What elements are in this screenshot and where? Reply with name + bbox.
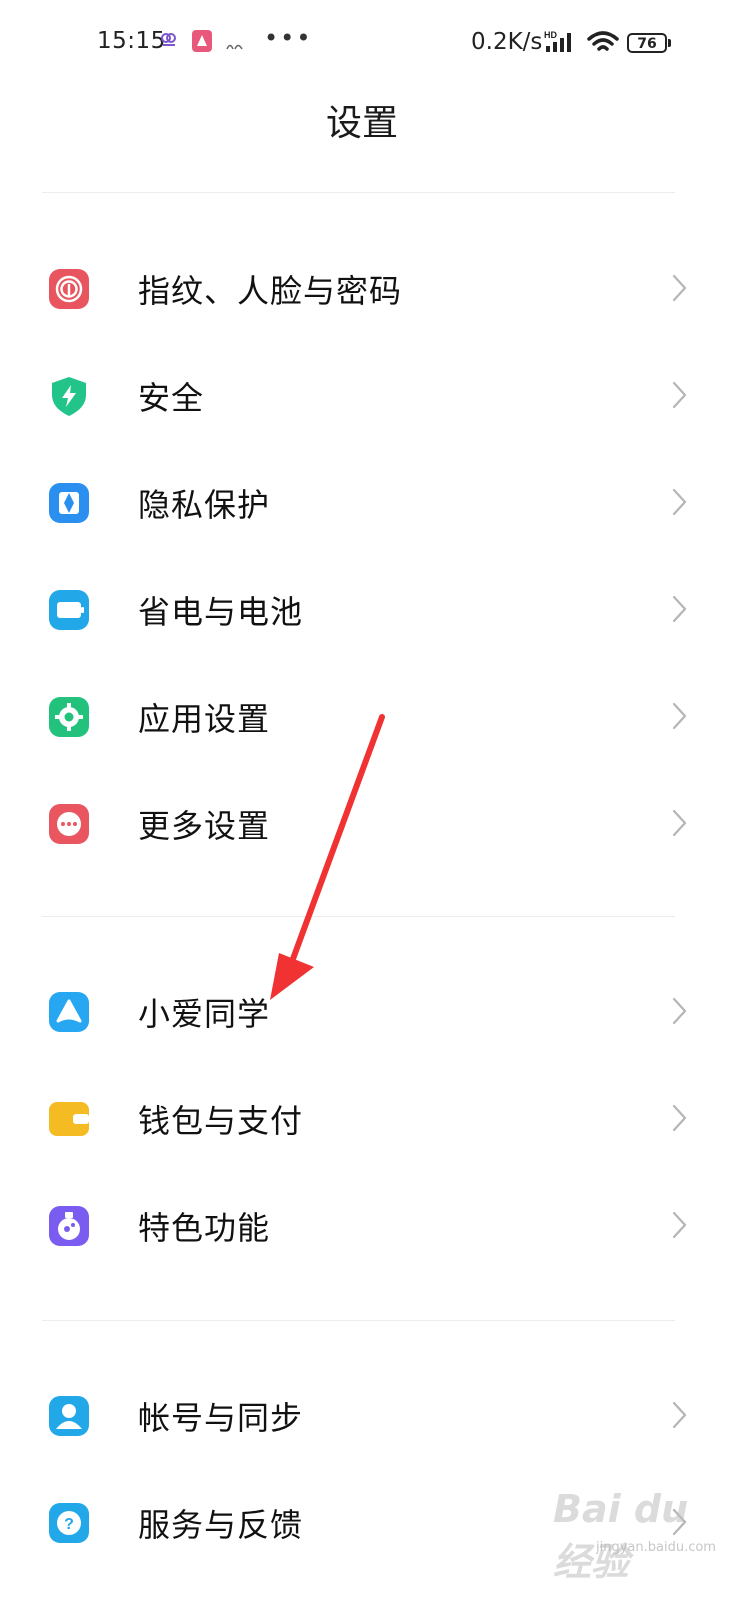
setting-label: 特色功能: [138, 1209, 271, 1247]
watermark-url: jingyan.baidu.com: [596, 1540, 716, 1555]
setting-label: 指纹、人脸与密码: [138, 272, 403, 310]
setting-label: 钱包与支付: [138, 1102, 304, 1140]
status-time: 15:15: [97, 28, 166, 54]
chevron-right-icon: [670, 807, 690, 839]
more-icon: [49, 804, 89, 844]
account-icon: [49, 1396, 89, 1436]
chevron-right-icon: [670, 1102, 690, 1134]
setting-xiaoai[interactable]: 小爱同学: [0, 975, 738, 1082]
battery-level: 76: [637, 36, 657, 52]
wallet-icon: [49, 1099, 89, 1139]
feature-icon: [49, 1206, 89, 1246]
battery-icon: [49, 590, 89, 630]
wifi-icon: [587, 30, 619, 58]
chevron-right-icon: [670, 486, 690, 518]
network-speed: 0.2K/s: [471, 29, 543, 55]
chevron-right-icon: [670, 379, 690, 411]
setting-label: 小爱同学: [138, 995, 271, 1033]
setting-features[interactable]: 特色功能: [0, 1189, 738, 1296]
page-title: 设置: [325, 103, 398, 144]
setting-label: 安全: [138, 379, 205, 417]
setting-label: 帐号与同步: [138, 1399, 304, 1437]
cloud-icon: [160, 30, 178, 54]
gear-icon: [49, 697, 89, 737]
divider: [42, 192, 675, 193]
chevron-right-icon: [670, 1399, 690, 1431]
battery-cap: [668, 39, 671, 47]
more-notifications-icon: •••: [264, 24, 313, 52]
chevron-right-icon: [670, 593, 690, 625]
chevron-right-icon: [670, 700, 690, 732]
setting-more[interactable]: 更多设置: [0, 787, 738, 894]
setting-label: 隐私保护: [138, 486, 271, 524]
setting-apps[interactable]: 应用设置: [0, 680, 738, 787]
chevron-right-icon: [670, 272, 690, 304]
help-icon: ?: [49, 1503, 89, 1543]
signal-icon: HD: [544, 30, 578, 58]
setting-label: 更多设置: [138, 807, 271, 845]
shield-icon: [49, 376, 89, 416]
setting-battery[interactable]: 省电与电池: [0, 573, 738, 680]
chevron-right-icon: [670, 1209, 690, 1241]
divider: [42, 916, 675, 917]
setting-label: 应用设置: [138, 700, 271, 738]
setting-account-sync[interactable]: 帐号与同步: [0, 1379, 738, 1486]
app-icon: [192, 30, 212, 56]
setting-label: 省电与电池: [138, 593, 304, 631]
setting-fingerprint-face-password[interactable]: 指纹、人脸与密码: [0, 252, 738, 359]
status-bar: 15:15 ••• 0.2K/s HD 76: [0, 0, 738, 88]
privacy-icon: [49, 483, 89, 523]
xiaoai-icon: [49, 992, 89, 1032]
hd-badge: HD: [544, 30, 557, 40]
divider: [42, 1320, 675, 1321]
chevron-right-icon: [670, 995, 690, 1027]
app-logo-icon: [226, 36, 244, 55]
svg-text:?: ?: [64, 1516, 74, 1533]
setting-wallet[interactable]: 钱包与支付: [0, 1082, 738, 1189]
fingerprint-icon: [49, 269, 89, 309]
watermark-logo: Bai du 经验: [553, 1487, 689, 1584]
setting-label: 服务与反馈: [138, 1506, 304, 1544]
setting-security[interactable]: 安全: [0, 359, 738, 466]
battery-indicator: 76: [627, 33, 667, 53]
setting-privacy[interactable]: 隐私保护: [0, 466, 738, 573]
